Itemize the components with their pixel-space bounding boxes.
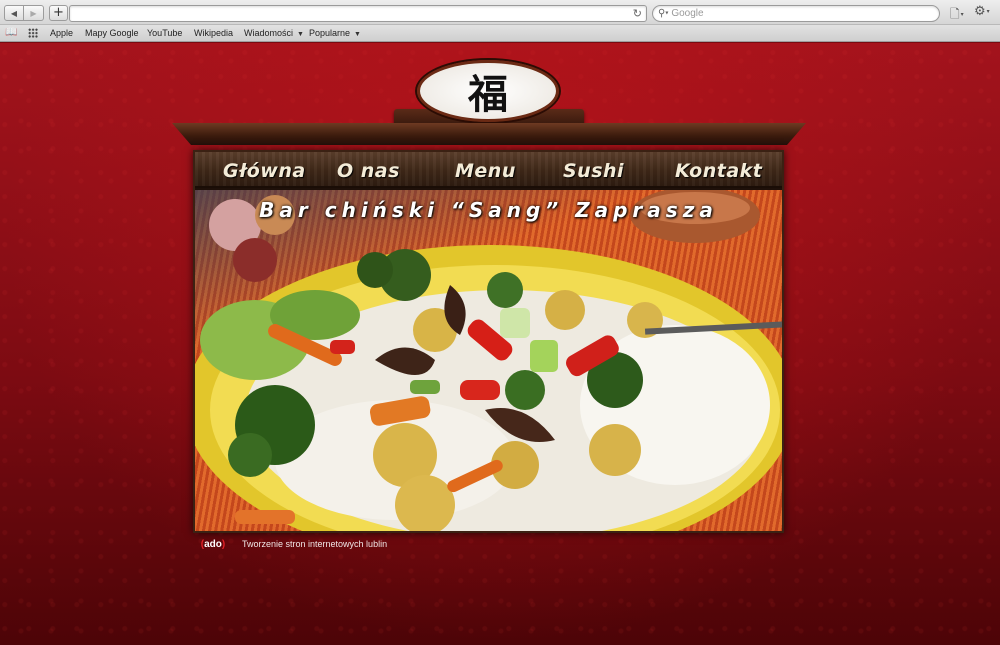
search-field[interactable]: ⚲▾ <box>652 5 940 22</box>
book-icon[interactable]: 📖 <box>5 27 17 38</box>
address-bar[interactable]: ↻ <box>69 5 647 22</box>
food-dish-illustration <box>195 190 782 531</box>
gear-icon[interactable]: ⚙▾ <box>974 4 990 19</box>
search-input[interactable] <box>671 8 922 19</box>
back-arrow-icon[interactable]: ◀ <box>4 5 24 21</box>
bookmark-mapy-google[interactable]: Mapy Google <box>85 28 139 38</box>
forward-arrow-icon[interactable]: ▶ <box>24 5 44 21</box>
logo-character: 福 <box>468 71 508 118</box>
bookmark-wiadomosci[interactable]: Wiadomości ▼ <box>244 28 304 38</box>
ado-logo[interactable]: (ado) <box>198 538 228 550</box>
logo-bracket-right-icon: ) <box>221 538 226 550</box>
grid-icon[interactable] <box>28 28 38 38</box>
footer-credit-link[interactable]: Tworzenie stron internetowych lublin <box>242 539 387 549</box>
bookmark-apple[interactable]: Apple <box>50 28 73 38</box>
main-menu: Główna O nas Menu Sushi Kontakt <box>195 152 782 188</box>
page-icon[interactable]: 🗋▾ <box>950 5 964 26</box>
menu-item-glowna[interactable]: Główna <box>223 160 306 182</box>
logo-text: ado <box>204 538 222 550</box>
bookmark-youtube[interactable]: YouTube <box>147 28 182 38</box>
menu-item-kontakt[interactable]: Kontakt <box>675 160 762 182</box>
hero-photo: Bar chiński “Sang” Zaprasza <box>195 190 782 531</box>
bookmark-popularne[interactable]: Popularne ▼ <box>309 28 361 38</box>
browser-toolbar: ◀ ▶ + ↻ ⚲▾ 🗋▾ ⚙▾ <box>0 0 1000 25</box>
menu-item-menu[interactable]: Menu <box>455 160 516 182</box>
magnifier-icon[interactable]: ⚲▾ <box>658 8 668 19</box>
reload-icon[interactable]: ↻ <box>633 7 642 20</box>
web-page: 福 Główna O nas Menu Sushi Kontakt Bar ch… <box>0 43 1000 645</box>
history-nav: ◀ ▶ <box>4 5 44 21</box>
site-logo[interactable]: 福 <box>417 60 559 122</box>
menu-item-o-nas[interactable]: O nas <box>337 160 400 182</box>
plus-icon[interactable]: + <box>49 5 68 21</box>
bookmarks-bar: 📖 Apple Mapy Google YouTube Wikipedia Wi… <box>0 25 1000 42</box>
hero-title: Bar chiński “Sang” Zaprasza <box>259 198 718 222</box>
bookmark-popularne-label: Popularne <box>309 28 351 38</box>
bookmark-wiadomosci-label: Wiadomości <box>244 28 294 38</box>
content-frame: Główna O nas Menu Sushi Kontakt Bar chiń… <box>193 150 784 533</box>
pagoda-roof <box>172 123 806 145</box>
chevron-down-icon: ▼ <box>297 31 304 38</box>
bookmark-wikipedia[interactable]: Wikipedia <box>194 28 233 38</box>
chevron-down-icon: ▼ <box>354 31 361 38</box>
menu-item-sushi[interactable]: Sushi <box>563 160 624 182</box>
